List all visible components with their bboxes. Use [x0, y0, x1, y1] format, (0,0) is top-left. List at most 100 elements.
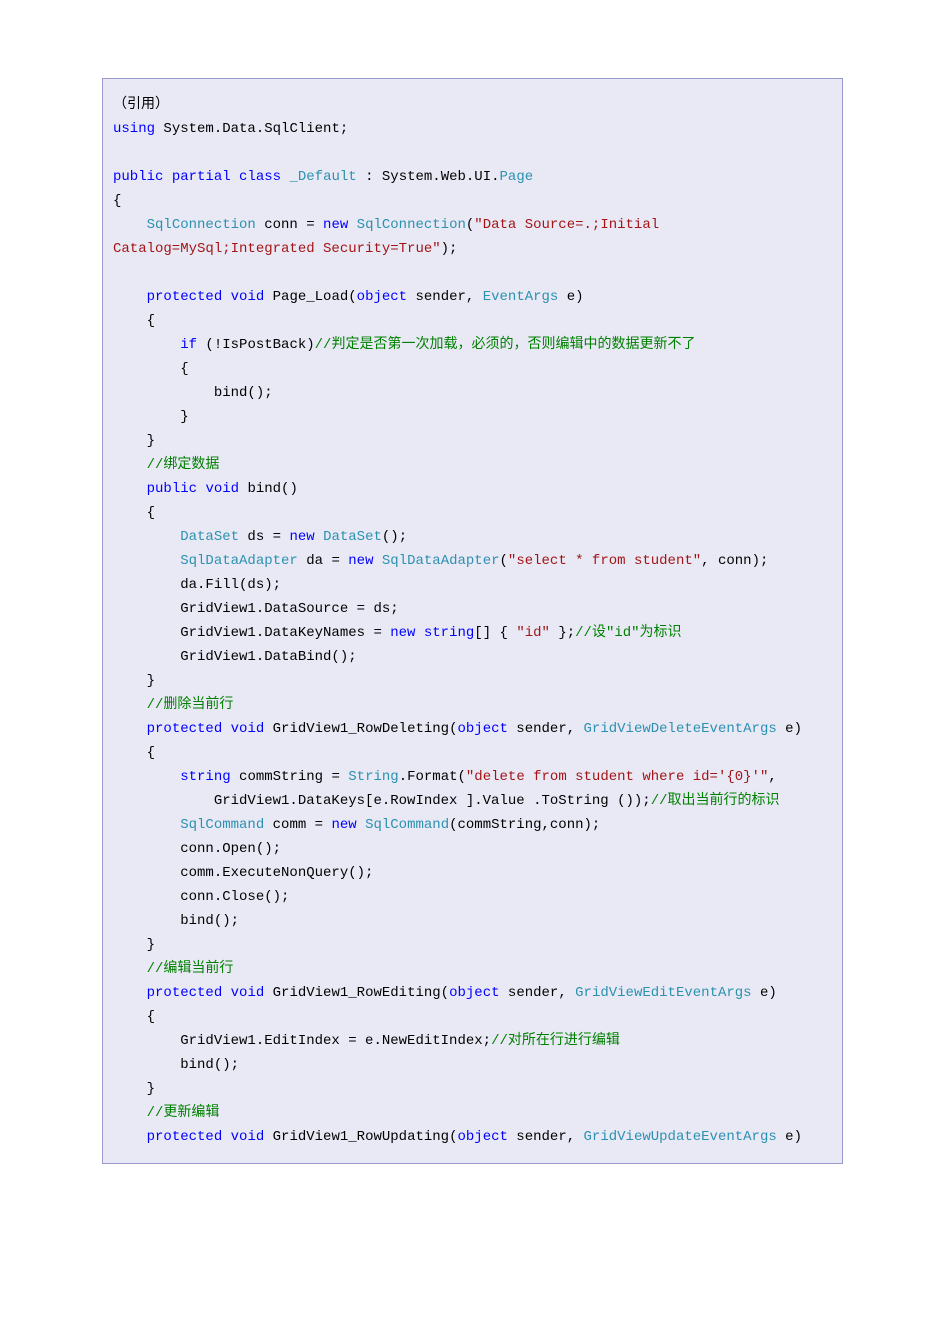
code-token: object [457, 1129, 507, 1145]
code-token [163, 169, 171, 185]
code-token: } [113, 937, 155, 953]
code-token: SqlConnection [147, 217, 256, 233]
code-line: DataSet ds = new DataSet(); [113, 525, 832, 549]
code-token: da.Fill(ds); [113, 577, 281, 593]
code-token: conn.Open(); [113, 841, 281, 857]
code-token: void [231, 721, 265, 737]
code-token [113, 721, 147, 737]
code-token: protected [147, 721, 223, 737]
code-token: public [113, 169, 163, 185]
code-token: bind(); [113, 913, 239, 929]
code-token: GridView1.DataKeyNames = [113, 625, 390, 641]
code-line: } [113, 669, 832, 693]
code-token: class [239, 169, 281, 185]
code-token: bind() [239, 481, 298, 497]
code-token: e) [777, 1129, 802, 1145]
code-line: //删除当前行 [113, 693, 832, 717]
code-line [113, 141, 832, 165]
code-token [231, 169, 239, 185]
code-token: GridViewDeleteEventArgs [584, 721, 777, 737]
code-token: object [449, 985, 499, 1001]
code-line: { [113, 189, 832, 213]
code-line: string commString = String.Format("delet… [113, 765, 832, 789]
code-token [113, 985, 147, 1001]
code-token: new [348, 553, 373, 569]
code-line: protected void GridView1_RowDeleting(obj… [113, 717, 832, 741]
code-token: void [231, 289, 265, 305]
code-token: SqlCommand [365, 817, 449, 833]
code-line: { [113, 741, 832, 765]
code-token: new [331, 817, 356, 833]
code-token [113, 289, 147, 305]
code-token [113, 817, 180, 833]
code-block: （引用）using System.Data.SqlClient; public … [102, 78, 843, 1164]
code-token: e) [777, 721, 802, 737]
code-token: SqlDataAdapter [180, 553, 298, 569]
code-token: using [113, 121, 155, 137]
code-token: } [113, 673, 155, 689]
code-token [113, 529, 180, 545]
code-token: protected [147, 289, 223, 305]
code-token: DataSet [323, 529, 382, 545]
code-line: //编辑当前行 [113, 957, 832, 981]
code-token: GridView1_RowEditing( [264, 985, 449, 1001]
code-line: GridView1.DataKeys[e.RowIndex ].Value .T… [113, 789, 832, 813]
code-token [113, 337, 180, 353]
code-token: { [113, 313, 155, 329]
code-line: da.Fill(ds); [113, 573, 832, 597]
code-token: e) [752, 985, 777, 1001]
code-token: }; [550, 625, 575, 641]
code-token: object [357, 289, 407, 305]
code-token: } [113, 433, 155, 449]
code-line: { [113, 501, 832, 525]
code-token: GridView1.DataBind(); [113, 649, 357, 665]
code-line: public void bind() [113, 477, 832, 501]
code-line: bind(); [113, 909, 832, 933]
code-token: Page_Load( [264, 289, 356, 305]
code-token: bind(); [113, 1057, 239, 1073]
code-line: } [113, 933, 832, 957]
code-token: sender, [508, 1129, 584, 1145]
code-token: commString = [231, 769, 349, 785]
code-token: //设"id"为标识 [575, 625, 681, 641]
code-token: conn.Close(); [113, 889, 289, 905]
code-token [357, 817, 365, 833]
code-token: comm = [264, 817, 331, 833]
code-token [113, 481, 147, 497]
code-token: object [457, 721, 507, 737]
code-token: "Data Source=.;Initial [474, 217, 667, 233]
code-line: //更新编辑 [113, 1101, 832, 1125]
code-line: SqlDataAdapter da = new SqlDataAdapter("… [113, 549, 832, 573]
code-line: { [113, 1005, 832, 1029]
code-token [113, 769, 180, 785]
code-line: } [113, 429, 832, 453]
code-token: ( [500, 553, 508, 569]
code-token: //判定是否第一次加载，必须的，否则编辑中的数据更新不了 [315, 337, 696, 353]
code-line: } [113, 1077, 832, 1101]
code-token: GridViewUpdateEventArgs [584, 1129, 777, 1145]
code-line: conn.Close(); [113, 885, 832, 909]
code-token: //取出当前行的标识 [651, 793, 780, 809]
code-token: void [231, 985, 265, 1001]
code-token: new [289, 529, 314, 545]
code-token: , [768, 769, 776, 785]
code-token: sender, [508, 721, 584, 737]
code-line: protected void GridView1_RowEditing(obje… [113, 981, 832, 1005]
code-token: "delete from student where id='{0}'" [466, 769, 768, 785]
code-token [113, 553, 180, 569]
code-token [222, 985, 230, 1001]
code-token: sender, [500, 985, 576, 1001]
code-token: protected [147, 1129, 223, 1145]
code-token: System.Data.SqlClient; [155, 121, 348, 137]
code-token [113, 697, 147, 713]
code-token: //对所在行进行编辑 [491, 1033, 620, 1049]
code-line: protected void Page_Load(object sender, … [113, 285, 832, 309]
code-line: //绑定数据 [113, 453, 832, 477]
code-token [113, 1129, 147, 1145]
code-token: comm.ExecuteNonQuery(); [113, 865, 373, 881]
code-token: if [180, 337, 197, 353]
code-token: { [113, 361, 189, 377]
code-token [373, 553, 381, 569]
code-line: } [113, 405, 832, 429]
code-token: DataSet [180, 529, 239, 545]
